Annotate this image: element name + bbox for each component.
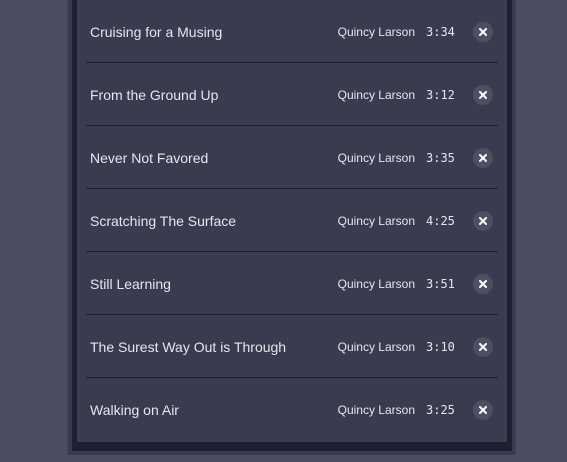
track-title: The Surest Way Out is Through	[90, 338, 287, 355]
playlist: Cruising for a Musing Quincy Larson 3:34…	[77, 0, 507, 442]
track-title: Still Learning	[90, 275, 171, 292]
track-duration: 3:12	[426, 87, 455, 102]
playlist-track[interactable]: Cruising for a Musing Quincy Larson 3:34	[77, 0, 507, 63]
close-icon	[479, 90, 487, 99]
track-artist: Quincy Larson	[337, 213, 415, 228]
track-artist: Quincy Larson	[337, 150, 415, 165]
close-icon	[479, 153, 487, 162]
track-artist: Quincy Larson	[337, 276, 415, 291]
track-title: Never Not Favored	[90, 149, 209, 166]
close-icon	[479, 279, 487, 288]
remove-track-button[interactable]	[473, 21, 493, 42]
track-duration: 3:10	[426, 339, 455, 354]
track-title: Scratching The Surface	[90, 212, 237, 229]
track-artist: Quincy Larson	[337, 339, 415, 354]
track-duration: 3:35	[426, 150, 455, 165]
playlist-track[interactable]: Still Learning Quincy Larson 3:51	[77, 252, 507, 315]
playlist-track[interactable]: The Surest Way Out is Through Quincy Lar…	[77, 315, 507, 378]
playlist-track[interactable]: Never Not Favored Quincy Larson 3:35	[77, 126, 507, 189]
remove-track-button[interactable]	[473, 147, 493, 168]
remove-track-button[interactable]	[473, 399, 493, 420]
playlist-track[interactable]: Walking on Air Quincy Larson 3:25	[77, 378, 507, 441]
remove-track-button[interactable]	[473, 84, 493, 105]
close-icon	[479, 216, 487, 225]
remove-track-button[interactable]	[473, 210, 493, 231]
track-title: Walking on Air	[90, 401, 179, 418]
track-title: From the Ground Up	[90, 86, 219, 103]
track-duration: 3:25	[426, 402, 455, 417]
track-artist: Quincy Larson	[337, 24, 415, 39]
track-duration: 4:25	[426, 213, 455, 228]
playlist-track[interactable]: From the Ground Up Quincy Larson 3:12	[77, 63, 507, 126]
track-artist: Quincy Larson	[337, 402, 415, 417]
track-artist: Quincy Larson	[337, 87, 415, 102]
close-icon	[479, 342, 487, 351]
track-duration: 3:51	[426, 276, 455, 291]
remove-track-button[interactable]	[473, 336, 493, 357]
playlist-track[interactable]: Scratching The Surface Quincy Larson 4:2…	[77, 189, 507, 252]
remove-track-button[interactable]	[473, 273, 493, 294]
track-title: Cruising for a Musing	[90, 23, 223, 40]
close-icon	[479, 27, 487, 36]
track-duration: 3:34	[426, 24, 455, 39]
close-icon	[479, 405, 487, 414]
